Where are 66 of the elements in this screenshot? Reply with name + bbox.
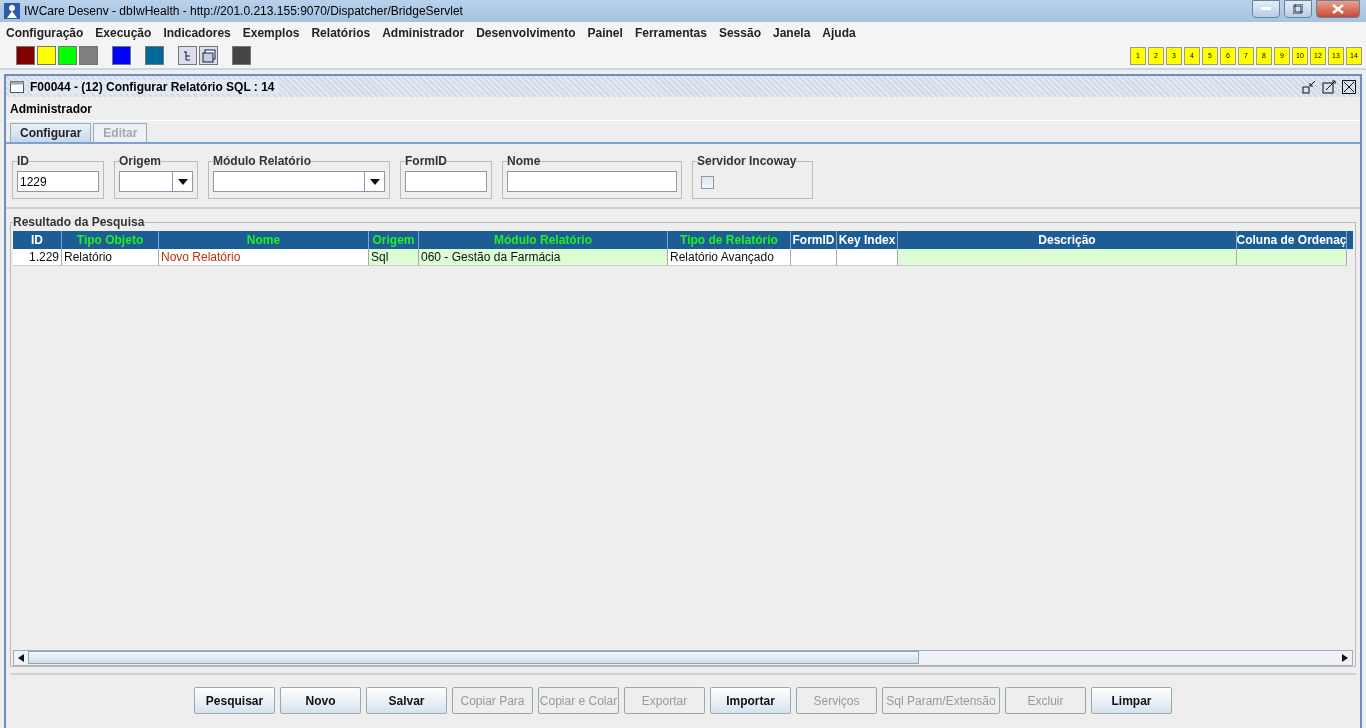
input-field[interactable]: 1229 xyxy=(17,171,99,192)
input-field[interactable] xyxy=(405,171,487,192)
tree-icon[interactable] xyxy=(178,46,197,65)
menu-item[interactable]: Desenvolvimento xyxy=(476,25,576,40)
window-icon[interactable] xyxy=(199,46,218,65)
table-cell: Relatório Avançado xyxy=(668,249,791,266)
color-swatch[interactable] xyxy=(37,46,56,65)
menu-item[interactable]: Indicadores xyxy=(163,25,231,40)
close-icon[interactable] xyxy=(1342,79,1356,94)
menu-item[interactable]: Sessão xyxy=(718,25,761,40)
frame-title: F00044 - (12) Configurar Relatório SQL : 14 xyxy=(30,79,279,94)
menu-item[interactable]: Relatórios xyxy=(311,25,371,40)
filter-label: Nome xyxy=(507,154,541,168)
filter-label: Servidor Incoway xyxy=(697,154,797,168)
menu-item[interactable]: Janela xyxy=(772,25,811,40)
minimize-button[interactable] xyxy=(1252,0,1280,18)
horizontal-scrollbar[interactable] xyxy=(13,650,1353,666)
scroll-thumb[interactable] xyxy=(28,651,919,664)
frame-icon xyxy=(10,80,24,93)
dropdown[interactable] xyxy=(119,171,193,192)
color-swatch[interactable] xyxy=(16,46,35,65)
caret-icon xyxy=(369,178,380,185)
window-title: IWCare Desenv - dbIwHealth - http://201.0.213.155:9070/Dispatcher/BridgeServlet xyxy=(24,4,464,18)
menu-item[interactable]: Administrador xyxy=(382,25,465,40)
color-swatch[interactable] xyxy=(232,46,251,65)
results-title: Resultado da Pesquisa xyxy=(13,215,145,229)
checkbox[interactable] xyxy=(701,176,714,189)
action-button[interactable]: Importar xyxy=(710,687,791,714)
action-button[interactable]: Pesquisar xyxy=(194,687,275,714)
menu-item[interactable]: Execução xyxy=(95,25,152,40)
action-button[interactable]: Limpar xyxy=(1091,687,1172,714)
minimize-icon xyxy=(1261,7,1271,11)
filter-label: FormID xyxy=(405,154,447,168)
menu-item[interactable]: Configuração xyxy=(6,25,84,40)
restore-icon xyxy=(1293,4,1303,14)
menu-item[interactable]: Exemplos xyxy=(242,25,300,40)
table-cell: Relatório xyxy=(62,249,159,266)
table-cell: 1.229 xyxy=(13,249,62,266)
action-button[interactable]: Novo xyxy=(280,687,361,714)
minimize-icon[interactable] xyxy=(1302,79,1316,94)
dropdown[interactable] xyxy=(213,171,385,192)
restore-button[interactable] xyxy=(1284,0,1312,18)
table-cell: Novo Relatório xyxy=(159,249,369,266)
color-swatch[interactable] xyxy=(112,46,131,65)
section-title: Administrador xyxy=(10,101,92,116)
maximize-icon[interactable] xyxy=(1322,79,1336,94)
left-arrow-icon[interactable] xyxy=(18,654,24,662)
action-button[interactable]: Salvar xyxy=(366,687,447,714)
caret-icon xyxy=(177,178,188,185)
input-field[interactable] xyxy=(507,171,677,192)
filter-label: ID xyxy=(17,154,29,168)
filter-label: Origem xyxy=(119,154,161,168)
table-cell: Sql xyxy=(369,249,419,266)
filter-label: Módulo Relatório xyxy=(213,154,311,168)
close-button[interactable] xyxy=(1316,0,1360,18)
app-icon xyxy=(4,3,20,19)
menu-item[interactable]: Ajuda xyxy=(822,25,856,40)
color-swatch[interactable] xyxy=(145,46,164,65)
menu-item[interactable]: Painel xyxy=(587,25,623,40)
right-arrow-icon[interactable] xyxy=(1342,654,1348,662)
color-swatch[interactable] xyxy=(79,46,98,65)
table-cell: 060 - Gestão da Farmácia xyxy=(419,249,668,266)
close-icon xyxy=(1332,4,1344,14)
tab[interactable]: Configurar xyxy=(10,123,92,142)
color-swatch[interactable] xyxy=(58,46,77,65)
menu-item[interactable]: Ferramentas xyxy=(634,25,707,40)
